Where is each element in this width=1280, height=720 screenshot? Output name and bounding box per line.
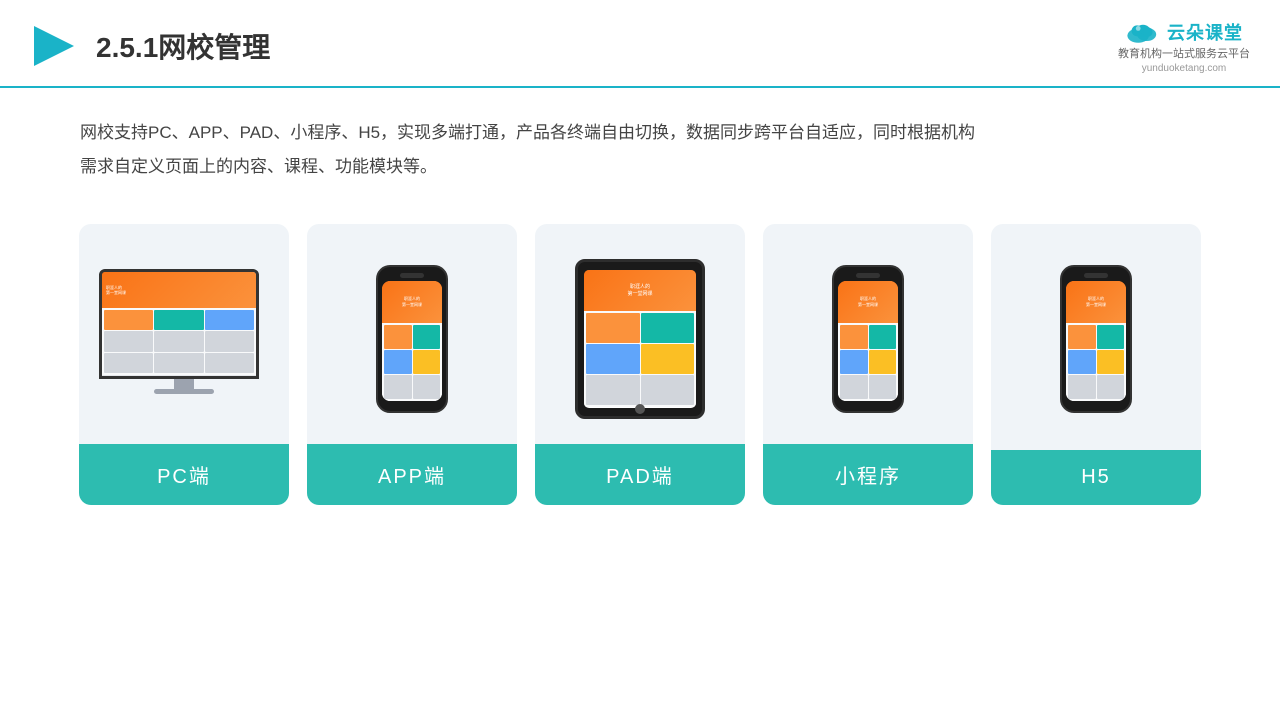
header: 2.5.1网校管理 云朵课堂 教育机构一站式服务云平台 yunduoketang…	[0, 0, 1280, 88]
description: 网校支持PC、APP、PAD、小程序、H5，实现多端打通，产品各终端自由切换，数…	[0, 88, 1280, 194]
phone-notch	[400, 273, 424, 278]
logo-subtitle: 教育机构一站式服务云平台	[1118, 46, 1250, 63]
description-line1: 网校支持PC、APP、PAD、小程序、H5，实现多端打通，产品各终端自由切换，数…	[80, 116, 1200, 150]
card-pad-image: 职涯人的第一堂网课	[535, 224, 745, 444]
card-h5: 职涯人的第一堂网课 H5	[991, 224, 1201, 505]
phone-mockup-miniprogram: 职涯人的第一堂网课	[832, 265, 904, 413]
phone-mockup-h5: 职涯人的第一堂网课	[1060, 265, 1132, 413]
card-app-image: 职涯人的第一堂网课	[307, 224, 517, 444]
card-miniprogram-label: 小程序	[763, 444, 973, 505]
card-app-label: APP端	[307, 444, 517, 505]
pc-mockup: 职涯人的第一堂网课	[99, 269, 269, 409]
logo-text: 云朵课堂	[1167, 19, 1243, 45]
card-pc-label: PC端	[79, 444, 289, 505]
card-miniprogram: 职涯人的第一堂网课 小程序	[763, 224, 973, 505]
logo-area: 云朵课堂 教育机构一站式服务云平台 yunduoketang.com	[1118, 18, 1250, 74]
phone-notch-h5	[1084, 273, 1108, 278]
phone-mockup-app: 职涯人的第一堂网课	[376, 265, 448, 413]
card-pc-image: 职涯人的第一堂网课	[79, 224, 289, 444]
tablet-mockup: 职涯人的第一堂网课	[575, 259, 705, 419]
page-title: 2.5.1网校管理	[96, 26, 270, 66]
pc-base	[154, 389, 214, 394]
card-app: 职涯人的第一堂网课 APP端	[307, 224, 517, 505]
card-pc: 职涯人的第一堂网课	[79, 224, 289, 505]
pc-screen: 职涯人的第一堂网课	[99, 269, 259, 379]
card-pad: 职涯人的第一堂网课 PAD端	[535, 224, 745, 505]
phone-screen-mini: 职涯人的第一堂网课	[838, 281, 898, 401]
pc-stand	[174, 379, 194, 389]
card-pad-label: PAD端	[535, 444, 745, 505]
card-h5-image: 职涯人的第一堂网课	[991, 224, 1201, 444]
header-left: 2.5.1网校管理	[30, 22, 270, 70]
play-icon	[30, 22, 78, 70]
logo-cloud: 云朵课堂	[1125, 18, 1243, 46]
phone-screen-h5: 职涯人的第一堂网课	[1066, 281, 1126, 401]
tablet-screen: 职涯人的第一堂网课	[584, 270, 696, 408]
phone-notch-mini	[856, 273, 880, 278]
logo-url: yunduoketang.com	[1142, 63, 1227, 74]
card-miniprogram-image: 职涯人的第一堂网课	[763, 224, 973, 444]
description-line2: 需求自定义页面上的内容、课程、功能模块等。	[80, 150, 1200, 184]
cards-container: 职涯人的第一堂网课	[0, 194, 1280, 535]
tablet-home-btn	[635, 404, 645, 414]
phone-screen-app: 职涯人的第一堂网课	[382, 281, 442, 401]
card-h5-label: H5	[991, 450, 1201, 505]
cloud-icon	[1125, 18, 1161, 46]
